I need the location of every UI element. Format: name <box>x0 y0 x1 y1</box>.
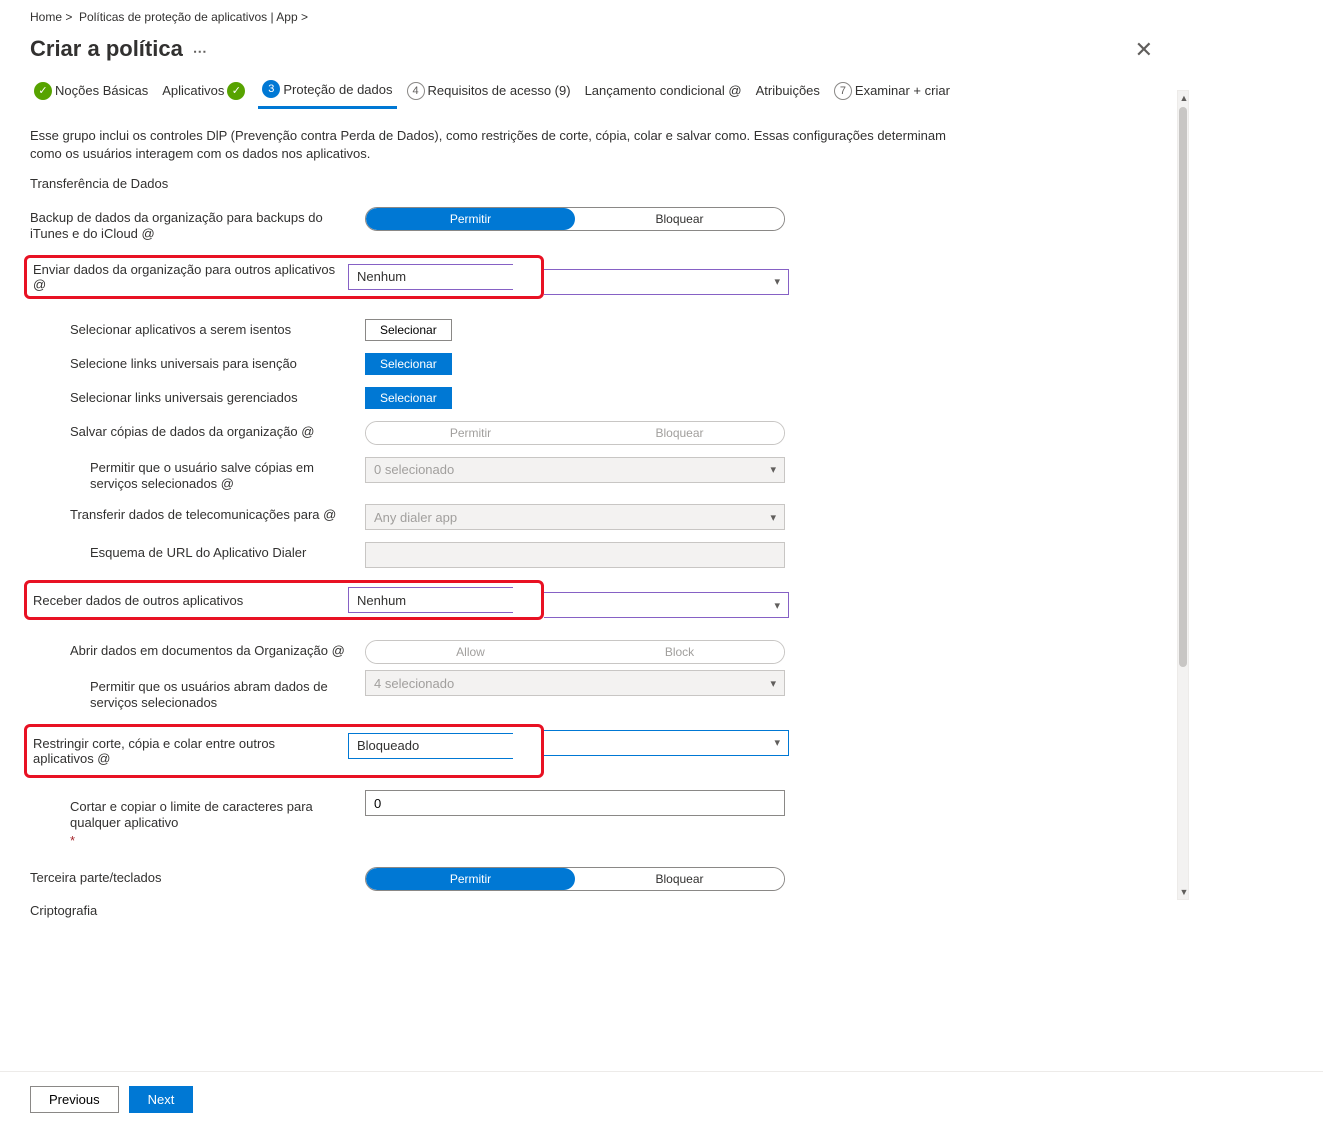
required-asterisk: * <box>70 833 75 848</box>
chevron-down-icon: ▾ <box>774 599 780 612</box>
select-restrict-ccp[interactable]: Bloqueado <box>348 733 513 759</box>
toggle-open-block[interactable]: Block <box>575 641 784 663</box>
wizard-footer: Previous Next <box>0 1071 1323 1127</box>
toggle-save-permit[interactable]: Permitir <box>366 422 575 444</box>
check-icon: ✓ <box>34 82 52 100</box>
tab-conditional-launch[interactable]: Lançamento condicional @ <box>581 79 746 106</box>
label-telecom: Transferir dados de telecomunicações par… <box>30 504 365 523</box>
label-third-party-kb: Terceira parte/teclados <box>30 867 365 886</box>
section-encryption: Criptografia <box>30 903 1293 918</box>
select-save-services[interactable]: 0 selecionado ▾ <box>365 457 785 483</box>
select-send-org[interactable]: Nenhum <box>348 264 513 290</box>
wizard-tabs: ✓ Noções Básicas Aplicativos ✓ 3 Proteçã… <box>30 76 1293 109</box>
toggle-backup[interactable]: Permitir Bloquear <box>365 207 785 231</box>
button-select-exempt-apps[interactable]: Selecionar <box>365 319 452 341</box>
chevron-down-icon: ▾ <box>770 511 776 524</box>
breadcrumb: Home > Políticas de proteção de aplicati… <box>30 10 1293 24</box>
label-save-copies: Salvar cópias de dados da organização @ <box>30 421 365 440</box>
intro-text: Esse grupo inclui os controles DlP (Prev… <box>30 127 950 162</box>
toggle-save-block[interactable]: Bloquear <box>575 422 784 444</box>
label-open-org-docs: Abrir dados em documentos da Organização… <box>30 640 365 659</box>
highlight-restrict-ccp: Restringir corte, cópia e colar entre ou… <box>24 724 544 778</box>
tab-basics[interactable]: ✓ Noções Básicas <box>30 78 152 108</box>
breadcrumb-home[interactable]: Home <box>30 10 62 24</box>
toggle-open-allow[interactable]: Allow <box>366 641 575 663</box>
label-char-limit: Cortar e copiar o limite de caracteres p… <box>30 796 365 848</box>
step-number-icon: 7 <box>834 82 852 100</box>
toggle-third-party-kb[interactable]: Permitir Bloquear <box>365 867 785 891</box>
select-telecom[interactable]: Any dialer app ▾ <box>365 504 785 530</box>
select-send-org-tail[interactable]: ▾ <box>544 269 789 295</box>
label-allow-save-services: Permitir que o usuário salve cópias em s… <box>30 457 365 493</box>
tab-assignments[interactable]: Atribuições <box>752 79 824 106</box>
toggle-backup-block[interactable]: Bloquear <box>575 208 784 230</box>
button-select-exempt-links[interactable]: Selecionar <box>365 353 452 375</box>
label-exempt-links: Selecione links universais para isenção <box>30 353 365 372</box>
label-receive: Receber dados de outros aplicativos <box>33 593 348 608</box>
highlight-send-org-data: Enviar dados da organização para outros … <box>24 255 544 299</box>
section-data-transfer: Transferência de Dados <box>30 176 1293 191</box>
chevron-down-icon: ▾ <box>770 677 776 690</box>
highlight-receive-data: Receber dados de outros aplicativos Nenh… <box>24 580 544 620</box>
tab-apps[interactable]: Aplicativos ✓ <box>158 78 252 108</box>
select-receive[interactable]: Nenhum <box>348 587 513 613</box>
input-dialer-scheme[interactable] <box>365 542 785 568</box>
scroll-down-icon[interactable]: ▼ <box>1178 885 1190 899</box>
step-number-icon: 4 <box>407 82 425 100</box>
input-char-limit[interactable] <box>365 790 785 816</box>
scrollbar[interactable]: ▲ ▼ <box>1177 90 1189 900</box>
toggle-backup-permit[interactable]: Permitir <box>366 208 575 230</box>
label-send-org: Enviar dados da organização para outros … <box>33 262 348 292</box>
chevron-down-icon: ▾ <box>774 736 780 749</box>
check-icon: ✓ <box>227 82 245 100</box>
scroll-thumb[interactable] <box>1179 107 1187 667</box>
next-button[interactable]: Next <box>129 1086 194 1113</box>
tab-data-protection[interactable]: 3 Proteção de dados <box>258 76 396 109</box>
close-icon[interactable]: ✕ <box>1135 37 1153 63</box>
button-select-managed-links[interactable]: Selecionar <box>365 387 452 409</box>
scroll-up-icon[interactable]: ▲ <box>1178 91 1190 105</box>
label-dialer-scheme: Esquema de URL do Aplicativo Dialer <box>30 542 365 561</box>
toggle-open-org-docs[interactable]: Allow Block <box>365 640 785 664</box>
label-allow-open-services: Permitir que os usuários abram dados de … <box>30 676 365 712</box>
previous-button[interactable]: Previous <box>30 1086 119 1113</box>
label-backup: Backup de dados da organização para back… <box>30 207 365 243</box>
toggle-kb-block[interactable]: Bloquear <box>575 868 784 890</box>
chevron-down-icon: ▾ <box>770 463 776 476</box>
breadcrumb-path[interactable]: Políticas de proteção de aplicativos | A… <box>79 10 298 24</box>
chevron-down-icon: ▾ <box>774 275 780 288</box>
step-number-icon: 3 <box>262 80 280 98</box>
select-restrict-ccp-tail[interactable]: ▾ <box>544 730 789 756</box>
toggle-save-copies[interactable]: Permitir Bloquear <box>365 421 785 445</box>
tab-access-requirements[interactable]: 4 Requisitos de acesso (9) <box>403 78 575 108</box>
select-open-services[interactable]: 4 selecionado ▾ <box>365 670 785 696</box>
toggle-kb-permit[interactable]: Permitir <box>366 868 575 890</box>
select-receive-tail[interactable]: ▾ <box>544 592 789 618</box>
label-exempt-apps: Selecionar aplicativos a serem isentos <box>30 319 365 338</box>
label-restrict-ccp: Restringir corte, cópia e colar entre ou… <box>33 736 348 766</box>
tab-review-create[interactable]: 7 Examinar + criar <box>830 78 954 108</box>
label-managed-links: Selecionar links universais gerenciados <box>30 387 365 406</box>
more-icon[interactable]: ⋯ <box>189 43 207 59</box>
page-title: Criar a política ⋯ <box>30 36 207 62</box>
